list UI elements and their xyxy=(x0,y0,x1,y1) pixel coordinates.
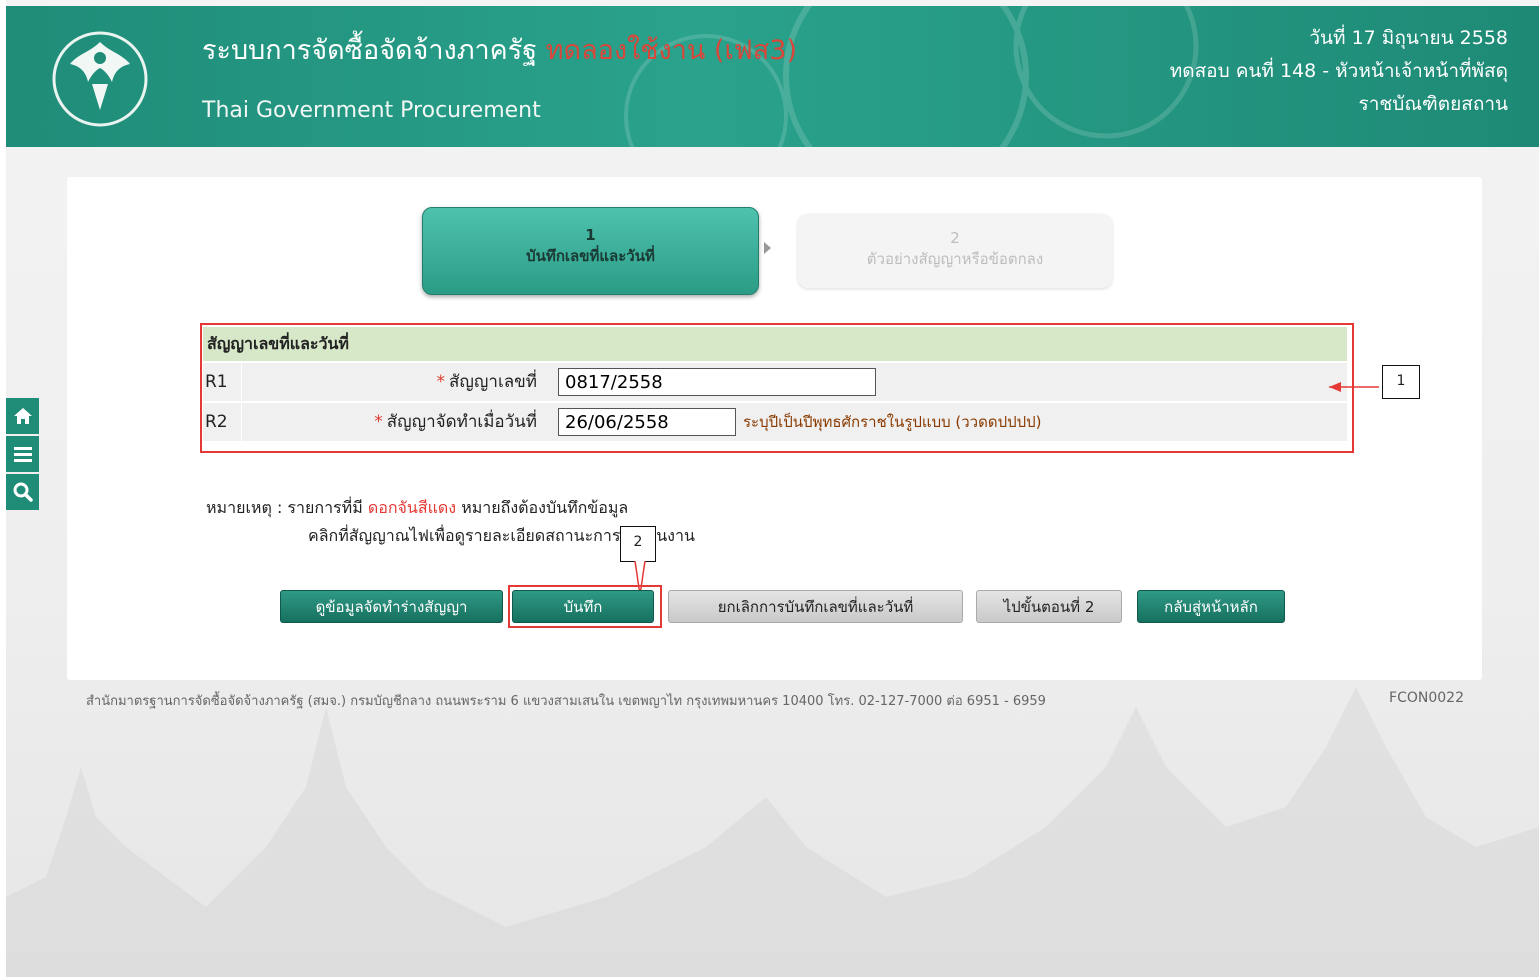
main-panel: 1 บันทึกเลขที่และวันที่ 2 ตัวอย่างสัญญาห… xyxy=(67,177,1482,680)
user-info: วันที่ 17 มิถุนายน 2558 ทดสอบ คนที่ 148 … xyxy=(1170,22,1508,121)
menu-icon xyxy=(13,447,32,462)
home-icon xyxy=(13,408,32,424)
annotation-label-2: 2 xyxy=(620,526,656,562)
note-line-1: หมายเหตุ : รายการที่มี ดอกจันสีแดง หมายถ… xyxy=(206,498,629,517)
step-number: 2 xyxy=(950,229,960,247)
menu-button[interactable] xyxy=(6,436,39,472)
step-label: ตัวอย่างสัญญาหรือข้อตกลง xyxy=(866,250,1044,268)
annotation-box-2 xyxy=(508,585,662,628)
side-toolbar xyxy=(6,398,39,512)
step-1-tab[interactable]: 1 บันทึกเลขที่และวันที่ xyxy=(422,207,759,295)
current-date: วันที่ 17 มิถุนายน 2558 xyxy=(1309,27,1508,49)
go-step-2-button[interactable]: ไปขั้นตอนที่ 2 xyxy=(976,590,1122,623)
step-arrow-icon xyxy=(764,242,771,254)
screen-code: FCON0022 xyxy=(1389,690,1464,706)
annotation-box-1 xyxy=(200,323,1354,453)
view-draft-button[interactable]: ดูข้อมูลจัดทำร่างสัญญา xyxy=(280,590,503,623)
trial-badge: ทดลองใช้งาน (เฟส3) xyxy=(545,35,797,66)
search-button[interactable] xyxy=(6,474,39,510)
footer-address: สำนักมาตรฐานการจัดซื้อจัดจ้างภาครัฐ (สมจ… xyxy=(86,694,1046,709)
app-header: ระบบการจัดซื้อจัดจ้างภาครัฐ ทดลองใช้งาน … xyxy=(6,6,1539,147)
annotation-arrow-1 xyxy=(1329,382,1379,392)
user-name: ทดสอบ คนที่ 148 - หัวหน้าเจ้าหน้าที่พัสด… xyxy=(1169,60,1508,82)
red-asterisk-text: ดอกจันสีแดง xyxy=(367,498,457,517)
app-title: ระบบการจัดซื้อจัดจ้างภาครัฐ ทดลองใช้งาน … xyxy=(202,35,797,66)
step-2-tab[interactable]: 2 ตัวอย่างสัญญาหรือข้อตกลง xyxy=(798,214,1112,288)
organization-name: ราชบัณฑิตยสถาน xyxy=(1358,93,1508,115)
annotation-label-1: 1 xyxy=(1382,365,1420,399)
garuda-logo-icon xyxy=(52,31,148,127)
cancel-record-button[interactable]: ยกเลิกการบันทึกเลขที่และวันที่ xyxy=(668,590,963,623)
step-label: บันทึกเลขที่และวันที่ xyxy=(526,247,655,265)
search-icon xyxy=(13,482,33,502)
back-home-button[interactable]: กลับสู่หน้าหลัก xyxy=(1137,590,1285,623)
step-number: 1 xyxy=(585,226,596,244)
home-button[interactable] xyxy=(6,398,39,434)
app-subtitle: Thai Government Procurement xyxy=(202,98,541,123)
